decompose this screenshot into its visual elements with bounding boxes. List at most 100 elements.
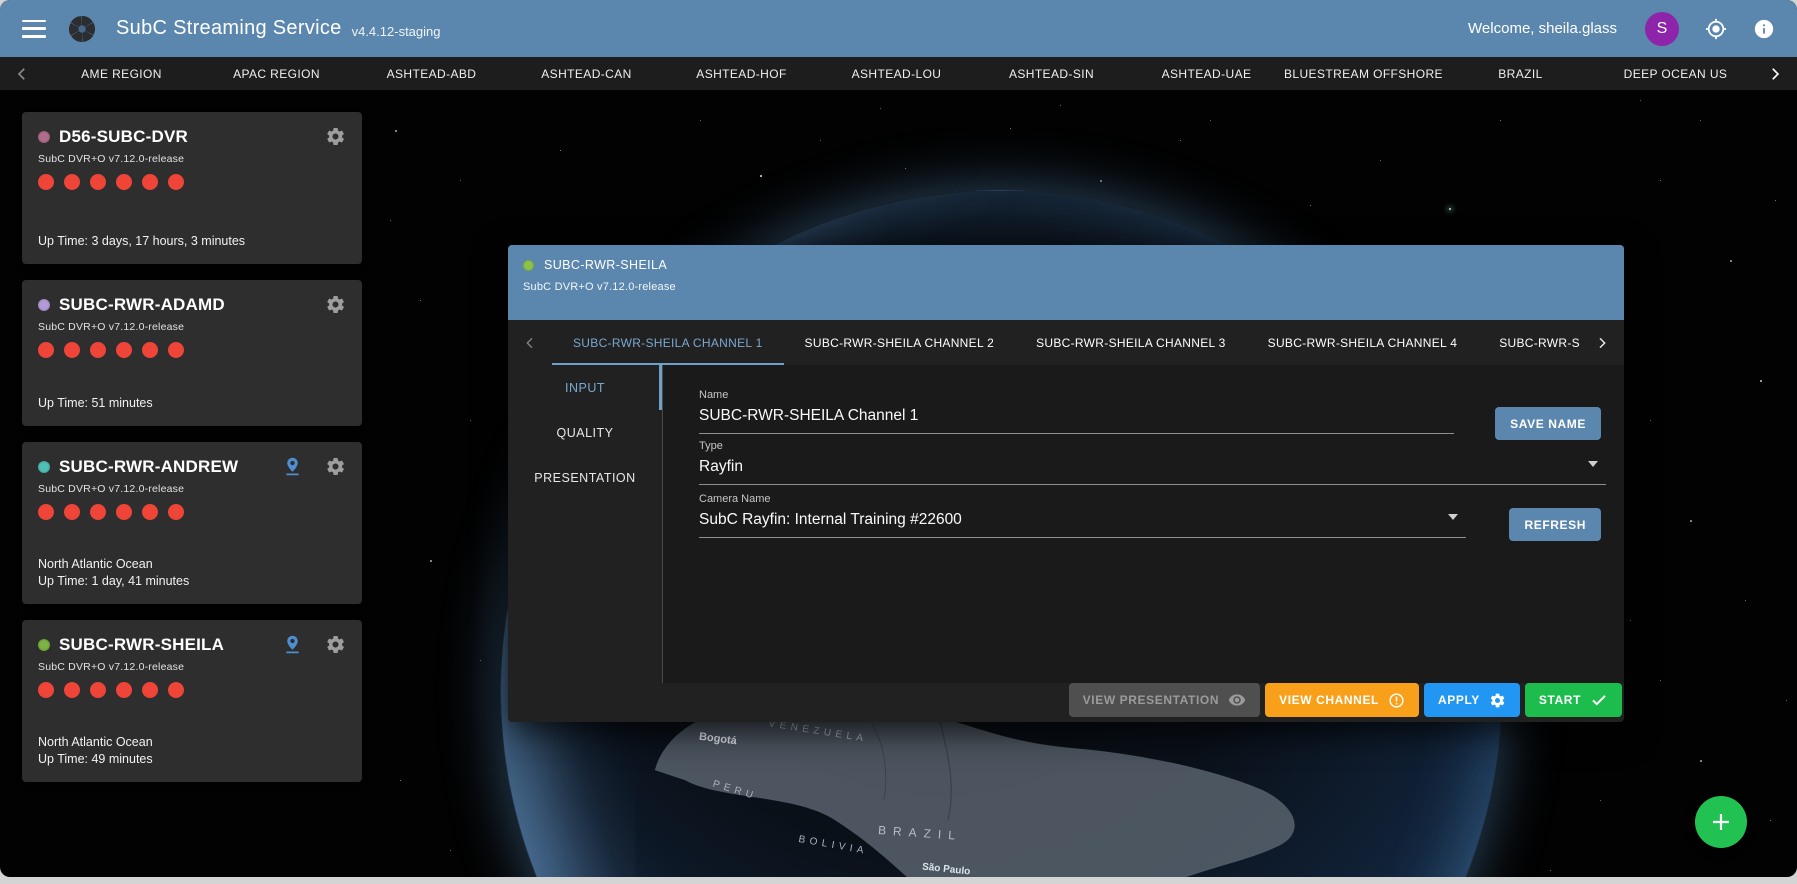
- eye-icon: [1228, 691, 1246, 709]
- channel-status-dots: [38, 174, 346, 190]
- channel-status-dots: [38, 682, 346, 698]
- gear-icon[interactable]: [325, 634, 346, 655]
- dialog-body: INPUT QUALITY PRESENTATION Name SUBC-RWR…: [508, 365, 1624, 683]
- device-name: SUBC-RWR-ADAMD: [59, 295, 225, 315]
- device-list: D56-SUBC-DVR SubC DVR+O v7.12.0-release …: [22, 112, 362, 782]
- gear-icon[interactable]: [325, 456, 346, 477]
- name-input[interactable]: SUBC-RWR-SHEILA Channel 1: [699, 407, 1454, 433]
- input-settings-panel: Name SUBC-RWR-SHEILA Channel 1 SAVE NAME…: [662, 365, 1624, 683]
- nav-item-presentation[interactable]: PRESENTATION: [508, 455, 662, 500]
- dialog-device-version: SubC DVR+O v7.12.0-release: [523, 281, 1609, 293]
- type-select[interactable]: Type Rayfin: [699, 440, 1606, 485]
- device-name: SUBC-RWR-SHEILA: [59, 635, 224, 655]
- app-bar: SubC Streaming Service v4.4.12-staging W…: [0, 0, 1797, 57]
- type-value: Rayfin: [699, 458, 1606, 484]
- region-tab-ashtead-abd[interactable]: ASHTEAD-ABD: [354, 67, 509, 81]
- region-tab-apac[interactable]: APAC REGION: [199, 67, 354, 81]
- channel-scroll-left-icon[interactable]: [508, 320, 552, 365]
- status-dot: [38, 639, 50, 651]
- nav-item-input[interactable]: INPUT: [508, 365, 662, 410]
- apply-button[interactable]: APPLY: [1424, 683, 1520, 717]
- region-scroll-right-icon[interactable]: [1753, 65, 1797, 83]
- camera-name-value: SubC Rayfin: Internal Training #22600: [699, 511, 1466, 537]
- name-field[interactable]: Name SUBC-RWR-SHEILA Channel 1: [699, 389, 1454, 434]
- app-window: Bogotá VENEZUELA PERU BOLIVIA BRAZIL São…: [0, 0, 1797, 877]
- chevron-down-icon: [1588, 461, 1598, 472]
- plus-icon: [1709, 810, 1733, 834]
- region-tab-ame[interactable]: AME REGION: [44, 67, 199, 81]
- device-name: SUBC-RWR-ANDREW: [59, 457, 238, 477]
- device-config-dialog: SUBC-RWR-SHEILA SubC DVR+O v7.12.0-relea…: [508, 245, 1624, 722]
- pin-drop-icon[interactable]: [282, 456, 303, 477]
- alert-icon: [1388, 692, 1405, 709]
- device-uptime: Up Time: 3 days, 17 hours, 3 minutes: [38, 233, 346, 250]
- channel-status-dots: [38, 504, 346, 520]
- device-uptime: Up Time: 51 minutes: [38, 395, 346, 412]
- status-dot: [38, 299, 50, 311]
- gear-icon[interactable]: [325, 126, 346, 147]
- region-scroll-left-icon[interactable]: [0, 65, 44, 83]
- device-location: North Atlantic Ocean: [38, 556, 346, 573]
- start-button[interactable]: START: [1525, 683, 1622, 717]
- device-name: D56-SUBC-DVR: [59, 127, 188, 147]
- view-presentation-button[interactable]: VIEW PRESENTATION: [1069, 683, 1260, 717]
- app-bar-right: Welcome, sheila.glass S: [1468, 12, 1775, 46]
- device-card-subc-rwr-adamd[interactable]: SUBC-RWR-ADAMD SubC DVR+O v7.12.0-releas…: [22, 280, 362, 426]
- gear-icon[interactable]: [325, 294, 346, 315]
- region-tab-ashtead-sin[interactable]: ASHTEAD-SIN: [974, 67, 1129, 81]
- pin-drop-icon[interactable]: [282, 634, 303, 655]
- device-version: SubC DVR+O v7.12.0-release: [38, 483, 346, 495]
- channel-scroll-right-icon[interactable]: [1580, 320, 1624, 365]
- region-tab-ashtead-can[interactable]: ASHTEAD-CAN: [509, 67, 664, 81]
- settings-nav: INPUT QUALITY PRESENTATION: [508, 365, 662, 683]
- save-name-button[interactable]: SAVE NAME: [1495, 407, 1601, 440]
- device-version: SubC DVR+O v7.12.0-release: [38, 153, 346, 165]
- channel-tab-5[interactable]: SUBC-RWR-SHEIL: [1478, 320, 1580, 365]
- user-avatar[interactable]: S: [1645, 12, 1679, 46]
- refresh-button[interactable]: REFRESH: [1509, 508, 1601, 541]
- type-label: Type: [699, 440, 1606, 452]
- app-version: v4.4.12-staging: [352, 19, 441, 39]
- nav-item-quality[interactable]: QUALITY: [508, 410, 662, 455]
- menu-icon[interactable]: [22, 20, 46, 38]
- name-label: Name: [699, 389, 1454, 401]
- aperture-logo: [68, 15, 96, 43]
- channel-tab-4[interactable]: SUBC-RWR-SHEILA CHANNEL 4: [1247, 320, 1479, 365]
- chevron-down-icon: [1448, 514, 1458, 525]
- region-tab-ashtead-hof[interactable]: ASHTEAD-HOF: [664, 67, 819, 81]
- channel-tab-bar: SUBC-RWR-SHEILA CHANNEL 1 SUBC-RWR-SHEIL…: [508, 320, 1624, 365]
- screen: Bogotá VENEZUELA PERU BOLIVIA BRAZIL São…: [0, 0, 1797, 884]
- view-channel-button[interactable]: VIEW CHANNEL: [1265, 683, 1419, 717]
- info-icon[interactable]: [1753, 18, 1775, 40]
- status-dot: [38, 461, 50, 473]
- camera-name-label: Camera Name: [699, 493, 1466, 505]
- channel-tab-2[interactable]: SUBC-RWR-SHEILA CHANNEL 2: [784, 320, 1016, 365]
- region-tab-brazil[interactable]: BRAZIL: [1443, 67, 1598, 81]
- channel-tab-1[interactable]: SUBC-RWR-SHEILA CHANNEL 1: [552, 320, 784, 365]
- device-version: SubC DVR+O v7.12.0-release: [38, 321, 346, 333]
- dialog-footer: VIEW PRESENTATION VIEW CHANNEL APPLY STA…: [508, 683, 1624, 722]
- channel-tab-3[interactable]: SUBC-RWR-SHEILA CHANNEL 3: [1015, 320, 1247, 365]
- device-uptime: Up Time: 1 day, 41 minutes: [38, 573, 346, 590]
- region-tab-deep-ocean[interactable]: DEEP OCEAN US: [1598, 67, 1753, 81]
- add-device-fab[interactable]: [1695, 796, 1747, 848]
- my-location-icon[interactable]: [1705, 18, 1727, 40]
- check-icon: [1590, 691, 1608, 709]
- app-title: SubC Streaming Service: [116, 17, 342, 40]
- region-tab-ashtead-uae[interactable]: ASHTEAD-UAE: [1129, 67, 1284, 81]
- welcome-text: Welcome, sheila.glass: [1468, 20, 1617, 37]
- region-tab-bar: AME REGION APAC REGION ASHTEAD-ABD ASHTE…: [0, 57, 1797, 90]
- device-card-subc-rwr-sheila[interactable]: SUBC-RWR-SHEILA SubC DVR+O v7.12.0-relea…: [22, 620, 362, 782]
- device-card-subc-rwr-andrew[interactable]: SUBC-RWR-ANDREW SubC DVR+O v7.12.0-relea…: [22, 442, 362, 604]
- camera-name-select[interactable]: Camera Name SubC Rayfin: Internal Traini…: [699, 493, 1466, 538]
- device-card-d56-subc-dvr[interactable]: D56-SUBC-DVR SubC DVR+O v7.12.0-release …: [22, 112, 362, 264]
- device-location: North Atlantic Ocean: [38, 734, 346, 751]
- region-tab-bluestream[interactable]: BLUESTREAM OFFSHORE: [1284, 67, 1443, 81]
- device-version: SubC DVR+O v7.12.0-release: [38, 661, 346, 673]
- dialog-header: SUBC-RWR-SHEILA SubC DVR+O v7.12.0-relea…: [508, 245, 1624, 320]
- dialog-device-name: SUBC-RWR-SHEILA: [544, 258, 667, 272]
- region-tab-ashtead-lou[interactable]: ASHTEAD-LOU: [819, 67, 974, 81]
- channel-status-dots: [38, 342, 346, 358]
- device-uptime: Up Time: 49 minutes: [38, 751, 346, 768]
- status-dot: [38, 131, 50, 143]
